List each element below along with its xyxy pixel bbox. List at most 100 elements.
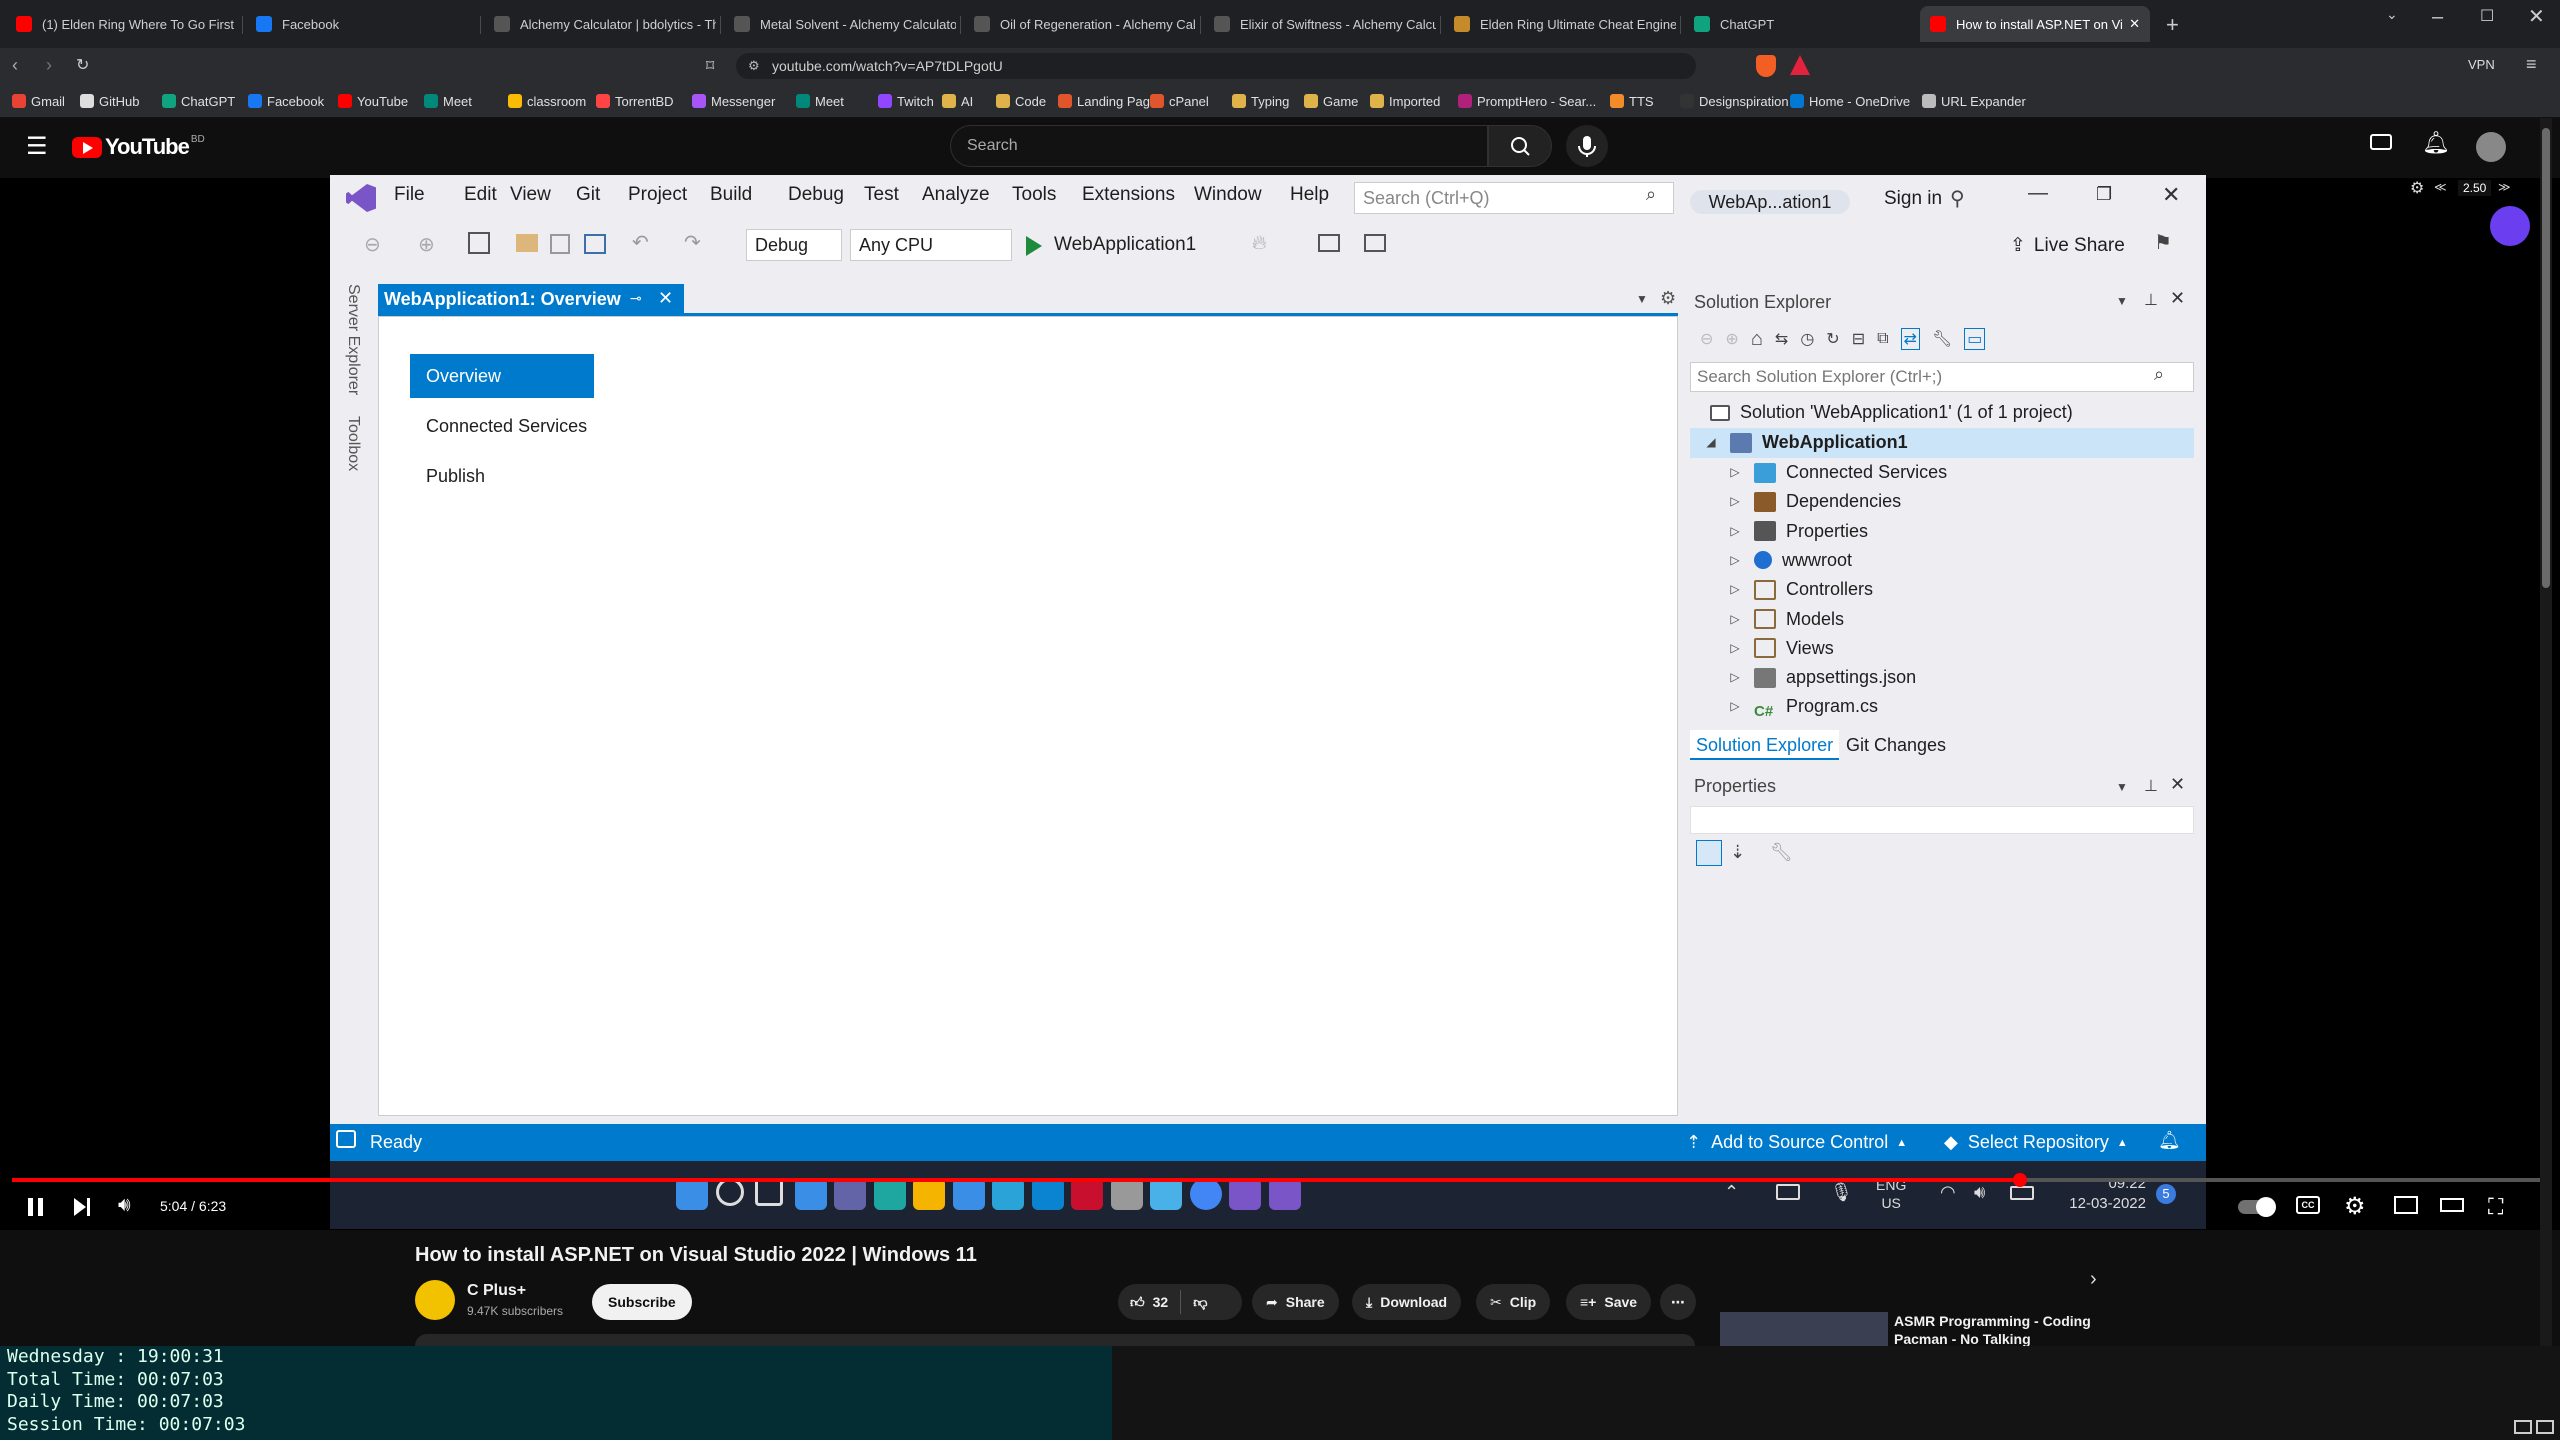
collapsed-triangle-icon[interactable]: ▷ [1728,487,1742,516]
speed-settings-icon[interactable]: ⚙ [2410,178,2424,198]
minimize-window-button[interactable]: – [2432,6,2443,29]
url-field[interactable]: youtube.com/watch?v=AP7tDLPgotU [736,53,1696,79]
wifi-icon[interactable]: ◠ [1940,1182,1956,1203]
overview-nav-publish[interactable]: Publish [410,454,594,498]
pin-tab-icon[interactable]: ⊸ [630,290,642,307]
vs-installer-icon[interactable] [1229,1178,1261,1210]
run-target-button[interactable]: WebApplication1 [1054,234,1196,256]
save-button[interactable]: ≡+ Save [1566,1284,1652,1320]
sync-active-doc-icon[interactable]: ⇄ [1900,328,1920,350]
properties-object-selector[interactable] [1690,806,2194,834]
panel-dropdown-icon[interactable]: ▼ [2116,294,2128,308]
select-repository-button[interactable]: ◆ Select Repository ▲ [1944,1132,2128,1153]
overview-nav-connected-services[interactable]: Connected Services [410,404,594,448]
bookmark-item[interactable]: Game [1304,90,1358,112]
mute-button[interactable]: 🔊︎ [118,1194,131,1217]
bookmark-item[interactable]: Meet [796,90,844,112]
subtitles-button[interactable]: CC [2296,1196,2320,1214]
edge-icon[interactable] [873,1178,906,1210]
tab-git-changes[interactable]: Git Changes [1840,730,1952,760]
search-button[interactable] [1488,125,1552,167]
undo-icon[interactable]: ↶ [632,230,649,255]
close-panel-icon[interactable]: ✕ [2170,288,2185,309]
solution-tree-item[interactable]: ▷ wwwroot [1728,546,1852,575]
collapsed-triangle-icon[interactable]: ▷ [1728,663,1742,692]
bookmark-item[interactable]: Landing Page [1058,90,1157,112]
vs-menu-project[interactable]: Project [628,184,687,206]
vs-menu-analyze[interactable]: Analyze [922,184,990,206]
forward-icon[interactable]: › [46,55,52,76]
create-icon[interactable] [2370,134,2392,150]
bookmark-item[interactable]: Typing [1232,90,1289,112]
settings-gear-icon[interactable]: ⚙ [2344,1192,2366,1221]
solution-tree-item[interactable]: ▷ appsettings.json [1728,663,1916,692]
pause-button[interactable] [26,1196,46,1218]
file-explorer-icon[interactable] [913,1178,945,1210]
bookmark-item[interactable]: Code [996,90,1046,112]
vs-search-input[interactable]: Search (Ctrl+Q) [1354,182,1674,214]
solution-tree-item[interactable]: ▷ Dependencies [1728,487,1901,516]
theater-mode-icon[interactable] [2440,1198,2464,1212]
close-tab-icon[interactable]: ✕ [2129,16,2140,32]
tab-solution-explorer[interactable]: Solution Explorer [1690,730,1840,760]
subscribe-button[interactable]: Subscribe [592,1284,692,1320]
feedback-icon[interactable]: ⚑ [2154,230,2172,255]
widgets-icon[interactable] [794,1178,827,1210]
pin-icon[interactable]: ⊥ [2144,290,2158,310]
toolbox-tab[interactable]: Toolbox [344,416,362,471]
save-icon[interactable] [550,234,570,254]
collapsed-triangle-icon[interactable]: ▷ [1728,575,1742,604]
brave-shield-icon[interactable] [1756,55,1776,77]
vs-menu-edit[interactable]: Edit [464,184,497,206]
teams-chat-icon[interactable] [834,1178,866,1210]
vs-minimize-button[interactable]: — [2028,182,2048,205]
browser-tab[interactable]: (1) Elden Ring Where To Go First | Be [6,6,238,42]
autoplay-toggle[interactable] [2238,1197,2276,1217]
browser-tab[interactable]: Oil of Regeneration - Alchemy Calcu [964,6,1196,42]
clip-button[interactable]: ✂ Clip [1476,1284,1551,1320]
browser-tab[interactable]: ChatGPT [1684,6,1910,42]
chrome-icon[interactable] [1189,1178,1222,1210]
maximize-window-button[interactable]: ☐ [2480,6,2494,26]
youtube-logo[interactable]: YouTube BD [72,134,205,160]
scrollbar-thumb[interactable] [2542,128,2550,588]
browser-tab[interactable]: Elixir of Swiftness - Alchemy Calcul [1204,6,1436,42]
vs-menu-window[interactable]: Window [1194,184,1262,206]
bookmark-item[interactable]: GitHub [80,90,139,112]
bookmark-item[interactable]: classroom [508,90,586,112]
properties-pin-icon[interactable]: ⊥ [2144,776,2158,796]
close-tab-icon[interactable]: ✕ [658,288,673,309]
close-window-button[interactable]: ✕ [2528,4,2545,29]
bookmark-item[interactable]: Meet [424,90,472,112]
related-video-thumbnail[interactable] [1720,1312,1888,1346]
account-settings-icon[interactable]: ⚲ [1950,186,1965,211]
solution-tree-item[interactable]: ▷ Models [1728,605,1844,634]
configuration-dropdown[interactable]: Debug [746,229,842,261]
mcafee-icon[interactable] [1071,1178,1103,1210]
collapsed-triangle-icon[interactable]: ▷ [1728,458,1742,487]
extension-floating-button[interactable] [2490,206,2530,246]
solution-node[interactable]: Solution 'WebApplication1' (1 of 1 proje… [1710,398,2073,427]
mail-icon[interactable] [952,1178,985,1210]
bookmark-item[interactable]: TTS [1610,90,1654,112]
dislike-button[interactable]: 👎︎ [1181,1284,1219,1320]
notifications-bell-icon[interactable]: 🔔︎ [2422,130,2450,156]
layout-icon[interactable] [1364,234,1386,252]
forward-arrow-icon[interactable]: ⊕ [1725,329,1738,349]
bookmark-item[interactable]: Gmail [12,90,65,112]
next-video-button[interactable] [72,1196,92,1218]
server-explorer-tab[interactable]: Server Explorer [344,284,362,395]
properties-dropdown-icon[interactable]: ▼ [2116,780,2128,794]
site-info-icon[interactable]: ⚙ [748,58,760,74]
fullscreen-icon[interactable]: ⛶ [2488,1194,2503,1220]
browser-tab[interactable]: Elden Ring Ultimate Cheat Engine Ta [1444,6,1676,42]
open-folder-icon[interactable] [516,234,538,252]
solution-explorer-search-input[interactable]: Search Solution Explorer (Ctrl+;) [1690,362,2194,392]
live-share-button[interactable]: ⇪ Live Share [2010,234,2125,257]
description-box[interactable] [415,1334,1695,1346]
browser-tab[interactable]: Metal Solvent - Alchemy Calculator [724,6,956,42]
vs-menu-test[interactable]: Test [864,184,899,206]
bookmark-icon[interactable]: ⌑ [706,56,714,76]
vs-close-button[interactable]: ✕ [2162,182,2180,208]
speed-slower-button[interactable]: ≪ [2434,180,2447,194]
